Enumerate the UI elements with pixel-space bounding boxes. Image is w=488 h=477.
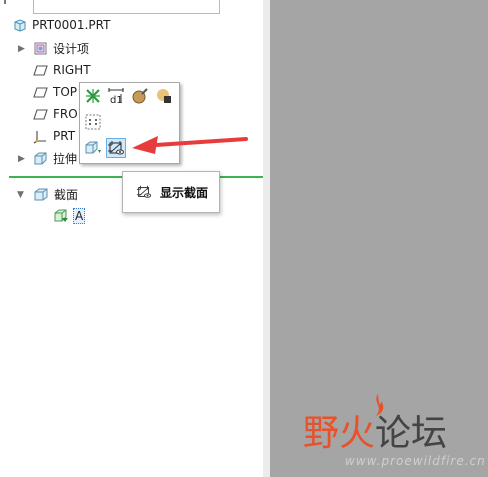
- tree-item-front-plane[interactable]: FRO: [33, 105, 78, 123]
- shading-icon: [157, 89, 171, 103]
- tree-item-label: 拉伸: [53, 151, 78, 166]
- section-icon: [54, 209, 68, 222]
- shading-button[interactable]: [154, 86, 174, 106]
- edit-section-icon: [85, 141, 101, 154]
- tree-item-label: TOP: [53, 85, 78, 99]
- tree-root-label: PRT0001.PRT: [32, 18, 111, 32]
- tree-item-label: 设计项: [53, 41, 90, 56]
- dimension-button[interactable]: d1: [106, 86, 126, 106]
- show-section-icon: [108, 141, 124, 155]
- tree-item-label: PRT: [53, 129, 76, 143]
- tree-item-label: 截面: [54, 187, 79, 202]
- tree-item-right-plane[interactable]: RIGHT: [33, 61, 91, 79]
- feature-button[interactable]: [83, 86, 103, 106]
- tree-item-section-a[interactable]: A: [53, 207, 86, 225]
- show-section-button[interactable]: [106, 138, 126, 158]
- select-pattern-button[interactable]: [83, 112, 103, 132]
- watermark-title: 野火论坛: [303, 404, 447, 456]
- panel-splitter[interactable]: [263, 0, 270, 477]
- tree-item-csys[interactable]: PRT: [33, 127, 75, 145]
- panel-grip: [4, 0, 6, 4]
- tree-item-design-items[interactable]: 设计项: [33, 39, 89, 57]
- watermark-title-part1: 野火: [303, 413, 376, 454]
- model-tree-panel: PRT0001.PRT ▶ 设计项 RIGHT TOP FRO PRT ▶ 拉伸…: [0, 0, 263, 477]
- extrude-icon: [34, 152, 47, 164]
- collapse-arrow-icon[interactable]: ▼: [17, 190, 24, 200]
- watermark-url: www.proewildfire.cn: [345, 454, 486, 468]
- appearance-icon: [132, 88, 148, 104]
- tree-item-sections-group[interactable]: 截面: [33, 185, 78, 203]
- forum-watermark: 野火论坛 www.proewildfire.cn: [300, 392, 486, 472]
- tree-item-extrude[interactable]: 拉伸: [33, 149, 77, 167]
- expand-arrow-icon[interactable]: ▶: [18, 44, 25, 54]
- tree-root-row[interactable]: PRT0001.PRT: [13, 16, 110, 34]
- datum-plane-icon: [33, 64, 48, 76]
- csys-icon: [33, 130, 46, 143]
- watermark-title-part2: 论坛: [375, 413, 448, 454]
- datum-plane-icon: [33, 86, 48, 98]
- design-items-icon: [34, 42, 47, 54]
- annotation-arrow: [132, 136, 248, 154]
- dimension-icon: d1: [108, 88, 124, 105]
- tree-item-label: RIGHT: [53, 63, 91, 77]
- feature-icon: [86, 89, 100, 103]
- tree-item-label: FRO: [53, 107, 78, 121]
- tree-search-input[interactable]: [33, 0, 220, 14]
- edit-section-button[interactable]: [83, 138, 103, 158]
- tooltip-label: 显示截面: [160, 185, 209, 200]
- part-icon: [14, 19, 26, 32]
- select-pattern-icon: [85, 114, 101, 130]
- expand-arrow-icon[interactable]: ▶: [18, 154, 25, 164]
- tree-item-top-plane[interactable]: TOP: [33, 83, 77, 101]
- section-group-icon: [34, 188, 48, 200]
- show-section-icon: [136, 185, 152, 198]
- datum-plane-icon: [33, 108, 48, 120]
- appearance-button[interactable]: [130, 86, 150, 106]
- show-section-tooltip: 显示截面: [122, 171, 220, 213]
- section-a-label: A: [73, 208, 86, 224]
